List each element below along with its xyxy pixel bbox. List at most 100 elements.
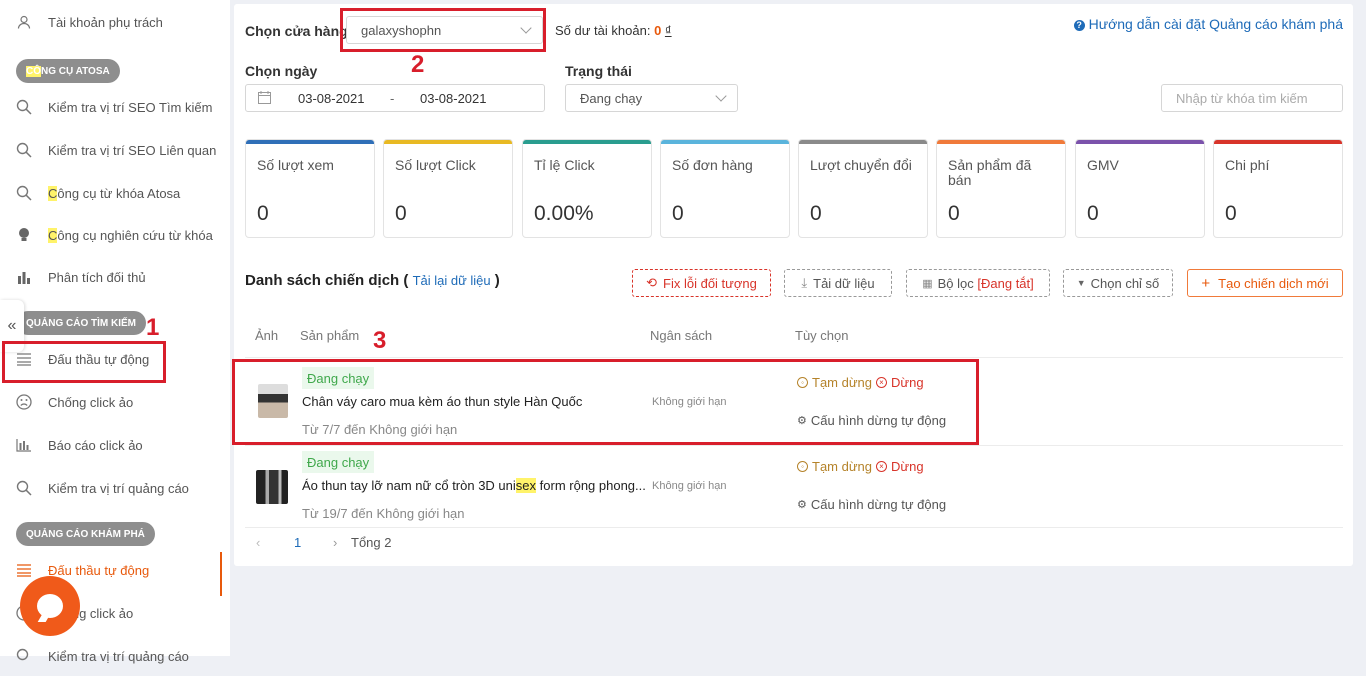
plus-icon: + — [1201, 274, 1211, 292]
download-data-button[interactable]: ⤓ Tải dữ liệu — [784, 269, 892, 297]
chat-icon — [37, 594, 63, 618]
reload-data-link[interactable]: Tải lại dữ liệu — [413, 273, 491, 288]
stat-card-conversions: Lượt chuyển đổi 0 — [798, 139, 928, 238]
list-icon — [14, 349, 34, 369]
gear-icon: ⚙ — [797, 499, 807, 511]
balance-currency: ₫ — [664, 23, 672, 38]
sidebar-item-label: Kiểm tra vị trí SEO Tìm kiếm — [48, 99, 213, 115]
pause-icon: ◦ — [797, 377, 808, 388]
stat-label: GMV — [1087, 157, 1119, 173]
page-1-button[interactable]: 1 — [294, 535, 301, 550]
store-select-value: galaxyshophn — [361, 22, 442, 38]
search-icon — [14, 478, 34, 498]
pause-icon: ◦ — [797, 461, 808, 472]
card-accent-bar — [1076, 140, 1204, 144]
sidebar-section-tools: CÔ NG CỤ ATOSA — [16, 59, 120, 83]
pause-button[interactable]: ◦ Tạm dừng — [797, 459, 872, 474]
product-name[interactable]: Chân váy caro mua kèm áo thun style Hàn … — [302, 394, 582, 409]
chevron-down-icon — [715, 90, 727, 102]
frown-icon — [14, 392, 34, 412]
stat-value: 0 — [1225, 202, 1237, 225]
stat-label: Chi phí — [1225, 157, 1270, 173]
search-icon — [14, 97, 34, 117]
sidebar-item-label: Kiểm tra vị trí SEO Liên quan — [48, 142, 217, 158]
sidebar: Tài khoản phụ trách CÔ NG CỤ ATOSA Kiểm t… — [0, 0, 230, 664]
card-accent-bar — [246, 140, 374, 144]
status-select[interactable]: Đang chạy — [565, 84, 738, 112]
sidebar-item-seo-search[interactable]: Kiểm tra vị trí SEO Tìm kiếm — [0, 87, 222, 127]
next-page-button[interactable]: › — [333, 535, 337, 550]
choose-metrics-label: Chọn chỉ số — [1090, 275, 1160, 291]
pause-button[interactable]: ◦ Tạm dừng — [797, 375, 872, 390]
prev-page-button[interactable]: ‹ — [256, 535, 260, 550]
sidebar-item-discovery-ad-position[interactable]: Kiểm tra vị trí quảng cáo — [0, 636, 222, 676]
auto-stop-config-button[interactable]: ⚙ Cấu hình dừng tự động — [797, 497, 946, 512]
divider — [245, 527, 1343, 528]
stop-button[interactable]: × Dừng — [876, 375, 924, 390]
campaign-list-title-text: Danh sách chiến dịch — [245, 272, 400, 289]
annotation-number-2: 2 — [411, 51, 425, 78]
sidebar-item-search-auto-bid[interactable]: Đấu thầu tự động — [0, 339, 222, 379]
create-campaign-label: Tạo chiến dịch mới — [1218, 275, 1329, 291]
campaign-date: Từ 19/7 đến Không giới hạn — [302, 506, 465, 521]
close-icon: × — [876, 377, 887, 388]
column-options: Tùy chọn — [795, 328, 849, 343]
chat-widget-button[interactable] — [20, 576, 80, 636]
sidebar-item-keyword-tool[interactable]: Công cụ từ khóa Atosa — [0, 173, 222, 213]
annotation-number-1: 1 — [146, 314, 160, 341]
sidebar-item-label: Đấu thầu tự động — [48, 351, 150, 367]
product-thumbnail[interactable] — [258, 384, 288, 418]
create-campaign-button[interactable]: + Tạo chiến dịch mới — [1187, 269, 1343, 297]
user-icon — [14, 12, 34, 32]
list-icon — [14, 560, 34, 580]
sidebar-item-search-fraud-report[interactable]: Báo cáo click ảo — [0, 425, 222, 465]
stat-label: Tỉ lệ Click — [534, 157, 595, 173]
help-link-text: Hướng dẫn cài đặt Quảng cáo khám phá — [1088, 16, 1343, 32]
stat-value: 0 — [257, 202, 269, 225]
caret-down-icon: ▼ — [1076, 278, 1086, 288]
sidebar-section-search-ads: QUẢNG CÁO TÌM KIẾM — [16, 311, 146, 335]
search-icon — [14, 183, 34, 203]
filter-button[interactable]: ▦ Bộ lọc [Đang tắt] — [906, 269, 1050, 297]
date-separator: - — [390, 91, 395, 106]
help-link[interactable]: ? Hướng dẫn cài đặt Quảng cáo khám phá — [1073, 16, 1343, 32]
stop-button[interactable]: × Dừng — [876, 459, 924, 474]
stat-value: 0 — [1087, 202, 1099, 225]
choose-metrics-button[interactable]: ▼ Chọn chỉ số — [1063, 269, 1173, 297]
calendar-icon — [258, 91, 271, 107]
stat-card-orders: Số đơn hàng 0 — [660, 139, 790, 238]
chevron-down-icon — [520, 22, 532, 34]
store-select[interactable]: galaxyshophn — [346, 16, 543, 44]
download-label: Tải dữ liệu — [813, 275, 875, 291]
sidebar-collapse-button[interactable]: « — [0, 300, 24, 352]
stat-card-views: Số lượt xem 0 — [245, 139, 375, 238]
date-from[interactable]: 03-08-2021 — [298, 91, 365, 106]
stop-label: Dừng — [891, 375, 924, 390]
bar-chart-icon — [14, 435, 34, 455]
stat-card-products-sold: Sản phẩm đã bán 0 — [936, 139, 1066, 238]
auto-stop-config-button[interactable]: ⚙ Cấu hình dừng tự động — [797, 413, 946, 428]
stat-label: Số đơn hàng — [672, 157, 753, 173]
section-label-highlight: CÔ — [26, 65, 41, 77]
card-accent-bar — [384, 140, 512, 144]
sidebar-item-label: Chống click ảo — [48, 394, 134, 410]
sidebar-item-seo-related[interactable]: Kiểm tra vị trí SEO Liên quan — [0, 130, 222, 170]
product-thumbnail[interactable] — [256, 470, 288, 504]
date-to[interactable]: 03-08-2021 — [420, 91, 487, 106]
search-input[interactable]: Nhập từ khóa tìm kiếm — [1161, 84, 1343, 112]
stat-label: Sản phẩm đã bán — [948, 157, 1032, 188]
card-accent-bar — [937, 140, 1065, 144]
stat-card-cost: Chi phí 0 — [1213, 139, 1343, 238]
product-name[interactable]: Áo thun tay lỡ nam nữ cổ tròn 3D unisex … — [302, 478, 646, 493]
sidebar-item-search-anti-fraud[interactable]: Chống click ảo — [0, 382, 222, 422]
sidebar-item-keyword-research[interactable]: Công cụ nghiên cứu từ khóa — [0, 215, 222, 255]
label-rest: ông cụ từ khóa Atosa — [57, 185, 181, 201]
filter-icon: ▦ — [922, 277, 933, 290]
sidebar-item-search-ad-position[interactable]: Kiểm tra vị trí quảng cáo — [0, 468, 222, 508]
stat-value: 0 — [395, 202, 407, 225]
date-range-picker[interactable]: 03-08-2021 - 03-08-2021 — [245, 84, 545, 112]
sidebar-item-managed-accounts[interactable]: Tài khoản phụ trách — [0, 2, 222, 42]
sidebar-item-competitor[interactable]: Phân tích đối thủ — [0, 257, 222, 297]
fix-audience-button[interactable]: ⟲ Fix lỗi đối tượng — [632, 269, 771, 297]
stat-label: Số lượt xem — [257, 157, 334, 173]
